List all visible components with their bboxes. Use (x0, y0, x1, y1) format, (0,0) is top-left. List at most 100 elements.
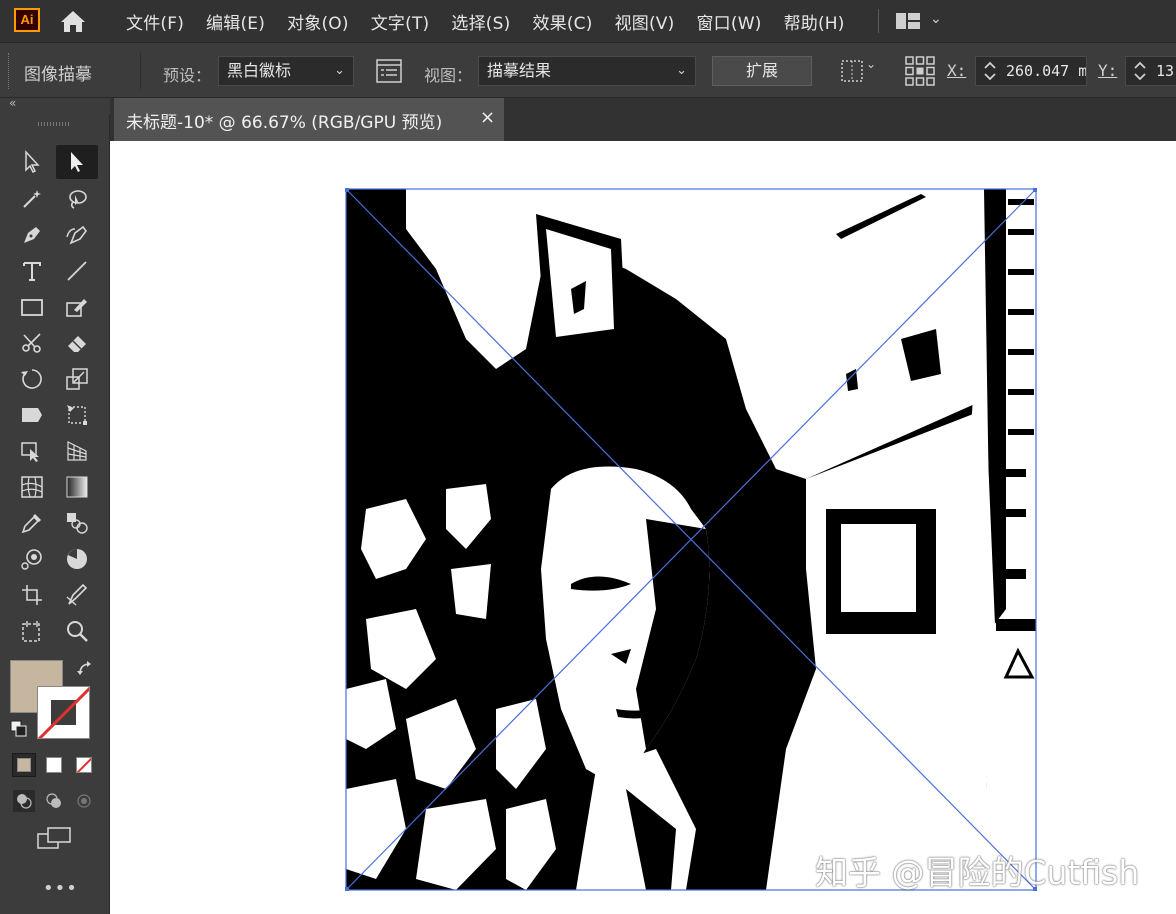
width-icon (22, 408, 42, 422)
menu-file[interactable]: 文件(F) (126, 9, 184, 34)
width-tool[interactable] (17, 400, 47, 430)
zoom-icon (67, 621, 88, 642)
control-divider (140, 53, 141, 89)
expand-button[interactable]: 扩展 (712, 56, 812, 86)
default-fill-stroke-icon[interactable] (10, 720, 28, 738)
rectangle-icon (21, 299, 43, 316)
selection-bounding-box[interactable] (345, 188, 1037, 891)
eyedropper-icon (21, 514, 41, 534)
perspective-grid-icon (67, 441, 87, 461)
menu-edit[interactable]: 编辑(E) (206, 9, 265, 34)
scale-icon (66, 368, 88, 390)
gradient-mode[interactable] (43, 754, 65, 776)
app-logo: Ai (14, 8, 40, 32)
perspective-grid-tool[interactable] (62, 436, 92, 466)
watermark: 知乎 @冒险的Cutfish (815, 853, 1140, 892)
toolbar-grip[interactable] (38, 122, 70, 126)
home-icon[interactable] (59, 9, 87, 33)
scissors-tool[interactable] (17, 328, 47, 358)
document-tab-title: 未标题-10* @ 66.67% (RGB/GPU 预览) (126, 113, 443, 133)
workspace-switcher-icon[interactable] (895, 12, 921, 30)
symbol-sprayer-tool[interactable] (17, 544, 47, 574)
preset-dropdown[interactable]: 黑白徽标 ⌄ (218, 56, 354, 86)
blend-icon (67, 513, 88, 534)
view-label: 视图： (424, 66, 473, 85)
shape-builder-icon (21, 442, 39, 462)
rotate-tool[interactable] (17, 364, 47, 394)
type-icon (23, 262, 41, 281)
reference-point-icon[interactable] (904, 55, 936, 87)
slice-tool[interactable] (62, 580, 92, 610)
rectangle-tool[interactable] (17, 292, 47, 322)
control-panel-title: 图像描摹 (24, 65, 92, 85)
chevron-down-icon[interactable]: ⌄ (930, 11, 942, 27)
menu-view[interactable]: 视图(V) (615, 9, 675, 34)
hand-tool[interactable] (17, 616, 47, 646)
menu-type[interactable]: 文字(T) (371, 9, 430, 34)
scissors-icon (22, 333, 41, 353)
eraser-tool[interactable] (62, 328, 92, 358)
gradient-tool[interactable] (62, 472, 92, 502)
y-field[interactable]: 13 (1125, 56, 1176, 86)
artboard-tool[interactable] (17, 580, 47, 610)
blend-tool[interactable] (62, 508, 92, 538)
preset-label: 预设： (163, 66, 212, 85)
stroke-color-swatch[interactable] (37, 686, 90, 739)
menu-items: 文件(F) 编辑(E) 对象(O) 文字(T) 选择(S) 效果(C) 视图(V… (126, 0, 867, 42)
gradient-icon (66, 476, 88, 498)
shape-builder-tool[interactable] (17, 436, 47, 466)
view-dropdown[interactable]: 描摹结果 ⌄ (478, 56, 696, 86)
curvature-tool[interactable] (62, 220, 92, 250)
pen-tool[interactable] (17, 220, 47, 250)
free-transform-icon (67, 405, 87, 425)
stepper-arrows-icon[interactable] (1132, 59, 1148, 83)
chevron-down-icon: ⌄ (676, 63, 687, 78)
menu-window[interactable]: 窗口(W) (696, 9, 761, 34)
menu-effect[interactable]: 效果(C) (532, 9, 592, 34)
stepper-arrows-icon[interactable] (982, 59, 998, 83)
y-label: Y: (1098, 61, 1118, 80)
document-tab[interactable]: 未标题-10* @ 66.67% (RGB/GPU 预览) × (114, 98, 504, 141)
type-tool[interactable] (17, 256, 47, 286)
close-icon[interactable]: × (480, 107, 495, 128)
x-field[interactable]: 260.047 m (975, 56, 1087, 86)
direct-selection-tool[interactable] (56, 145, 98, 179)
x-value: 260.047 m (1006, 62, 1087, 80)
magic-wand-tool[interactable] (17, 184, 47, 214)
eyedropper-tool[interactable] (17, 508, 47, 538)
collapse-panel-icon[interactable]: « (9, 96, 16, 110)
menu-help[interactable]: 帮助(H) (784, 9, 845, 34)
fill-color-mode[interactable] (12, 753, 36, 777)
draw-behind-icon[interactable] (43, 790, 65, 812)
menu-object[interactable]: 对象(O) (287, 9, 349, 34)
menu-select[interactable]: 选择(S) (451, 9, 510, 34)
selection-tool[interactable] (17, 147, 47, 177)
line-segment-tool[interactable] (62, 256, 92, 286)
scale-tool[interactable] (62, 364, 92, 394)
mesh-tool[interactable] (17, 472, 47, 502)
draw-normal-icon[interactable] (13, 790, 35, 812)
color-mode-icon (17, 758, 31, 772)
hand-icon (22, 621, 40, 642)
none-mode[interactable] (73, 754, 95, 776)
line-icon (67, 261, 87, 281)
lasso-icon (69, 190, 87, 209)
control-bar: 图像描摹 预设： 黑白徽标 ⌄ 视图： 描摹结果 ⌄ 扩展 ⌄ X: 260.0… (0, 42, 1176, 98)
menu-bar: Ai 文件(F) 编辑(E) 对象(O) 文字(T) 选择(S) 效果(C) 视… (0, 0, 1176, 42)
more-tools-icon[interactable]: ••• (43, 878, 78, 899)
panel-grip[interactable] (8, 53, 13, 89)
shaper-tool[interactable] (62, 292, 92, 322)
draw-inside-icon[interactable] (73, 790, 95, 812)
pie-graph-tool[interactable] (62, 544, 92, 574)
rotate-icon (21, 369, 42, 389)
magic-wand-icon (23, 190, 41, 208)
chevron-down-icon[interactable]: ⌄ (866, 57, 876, 71)
trace-panel-icon[interactable] (376, 58, 402, 84)
swap-fill-stroke-icon[interactable] (76, 660, 94, 678)
zoom-tool[interactable] (62, 616, 92, 646)
lasso-tool[interactable] (62, 184, 92, 214)
free-transform-tool[interactable] (62, 400, 92, 430)
chevron-down-icon: ⌄ (334, 63, 345, 78)
screen-mode-icon[interactable] (36, 826, 72, 850)
align-selection-icon[interactable] (840, 59, 864, 83)
